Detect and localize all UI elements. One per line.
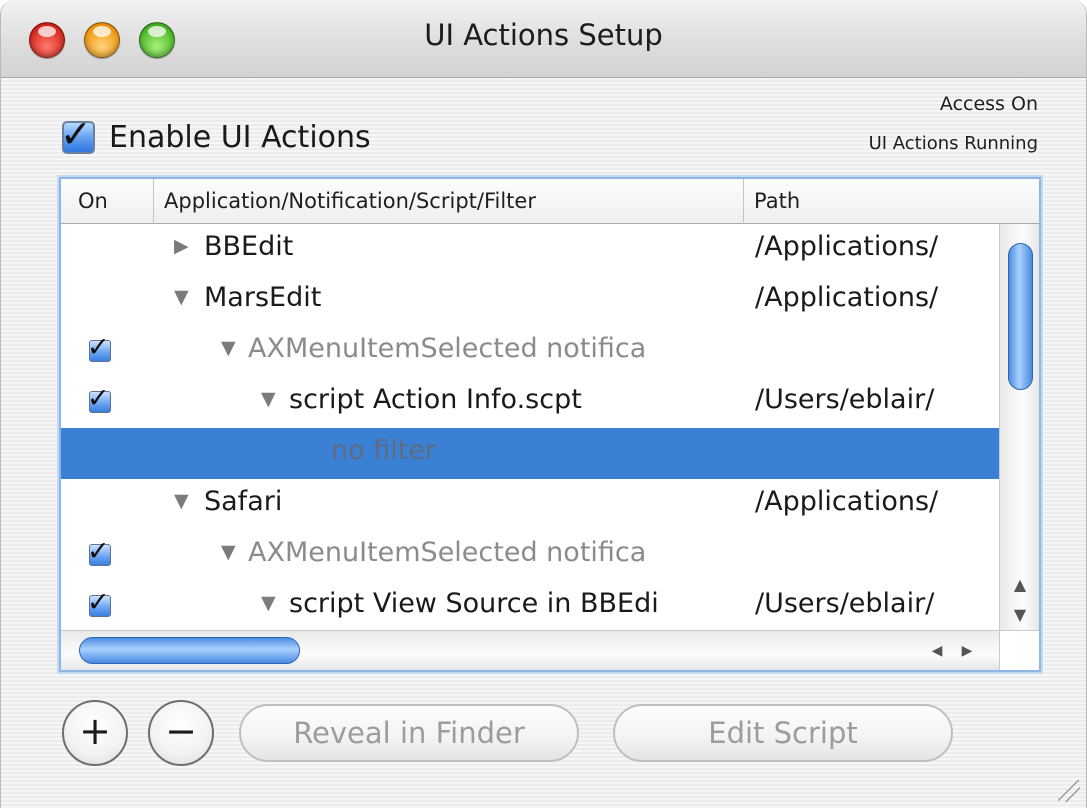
table-row[interactable]: ▶ BBEdit /Applications/ <box>61 224 999 275</box>
horizontal-scrollbar[interactable]: ◀ ▶ <box>61 630 999 670</box>
column-header-on[interactable]: On <box>78 179 152 224</box>
reveal-in-finder-button[interactable]: Reveal in Finder <box>239 704 579 762</box>
window-title: UI Actions Setup <box>424 18 663 52</box>
table-row-selected[interactable]: no filter <box>61 428 999 479</box>
row-label: BBEdit <box>204 231 294 262</box>
row-label: script View Source in BBEdi <box>289 588 659 619</box>
row-label: no filter <box>331 435 437 466</box>
vertical-scroll-thumb[interactable] <box>1008 243 1033 390</box>
resize-grip-icon[interactable] <box>1058 780 1080 802</box>
disclosure-triangle-icon[interactable]: ▼ <box>221 337 236 359</box>
title-bar: UI Actions Setup <box>1 0 1086 78</box>
row-path: /Applications/ <box>755 282 939 313</box>
table-row[interactable]: ✓ ▼ AXMenuItemSelected notifica <box>61 530 999 581</box>
add-button[interactable]: + <box>62 700 128 766</box>
row-enabled-checkbox[interactable]: ✓ <box>87 536 111 567</box>
row-enabled-checkbox[interactable]: ✓ <box>87 332 111 363</box>
row-label: script Action Info.scpt <box>289 384 582 415</box>
table-row[interactable]: ✓ ▼ AXMenuItemSelected notifica <box>61 326 999 377</box>
row-label: AXMenuItemSelected notifica <box>248 537 647 568</box>
edit-script-button[interactable]: Edit Script <box>613 704 953 762</box>
ui-actions-window: UI Actions Setup Access On UI Actions Ru… <box>0 0 1087 808</box>
table-row[interactable]: ▼ MarsEdit /Applications/ <box>61 275 999 326</box>
actions-table: On Application/Notification/Script/Filte… <box>59 177 1041 672</box>
scroll-left-arrow-icon[interactable]: ◀ <box>923 635 951 667</box>
table-row[interactable]: ✓ ▼ script Action Info.scpt /Users/eblai… <box>61 377 999 428</box>
scroll-right-arrow-icon[interactable]: ▶ <box>953 635 981 667</box>
table-body: ▶ BBEdit /Applications/ ▼ MarsEdit /Appl… <box>61 224 999 632</box>
horizontal-scroll-thumb[interactable] <box>79 637 300 664</box>
checkmark-icon: ✓ <box>87 383 110 414</box>
table-header: On Application/Notification/Script/Filte… <box>61 179 1039 224</box>
scroll-down-arrow-icon[interactable]: ▼ <box>1000 600 1040 630</box>
row-path: /Users/eblair/ <box>755 588 935 619</box>
row-path: /Applications/ <box>755 231 939 262</box>
column-header-path[interactable]: Path <box>743 179 1040 224</box>
running-status: UI Actions Running <box>868 133 1038 154</box>
row-path: /Users/eblair/ <box>755 384 935 415</box>
checkmark-icon: ✓ <box>87 587 110 618</box>
checkmark-icon: ✓ <box>87 332 110 363</box>
row-label: MarsEdit <box>204 282 322 313</box>
scrollbar-corner <box>999 630 1039 670</box>
checkmark-icon: ✓ <box>87 536 110 567</box>
vertical-scrollbar[interactable]: ▲ ▼ <box>999 224 1039 632</box>
disclosure-triangle-icon[interactable]: ▼ <box>221 541 236 563</box>
disclosure-triangle-icon[interactable]: ▼ <box>174 490 189 512</box>
enable-ui-actions-checkbox[interactable]: ✓ <box>60 112 95 156</box>
disclosure-triangle-icon[interactable]: ▼ <box>261 592 276 614</box>
checkmark-icon: ✓ <box>60 112 92 156</box>
disclosure-triangle-icon[interactable]: ▼ <box>174 286 189 308</box>
row-enabled-checkbox[interactable]: ✓ <box>87 383 111 414</box>
scroll-up-arrow-icon[interactable]: ▲ <box>1000 570 1040 600</box>
access-status: Access On <box>939 93 1038 115</box>
enable-ui-actions-label[interactable]: Enable UI Actions <box>109 120 371 155</box>
table-row[interactable]: ✓ ▼ script View Source in BBEdi /Users/e… <box>61 581 999 632</box>
row-path: /Applications/ <box>755 486 939 517</box>
row-label: AXMenuItemSelected notifica <box>248 333 647 364</box>
row-enabled-checkbox[interactable]: ✓ <box>87 587 111 618</box>
disclosure-triangle-icon[interactable]: ▶ <box>174 235 189 257</box>
table-row[interactable]: ▼ Safari /Applications/ <box>61 479 999 530</box>
remove-button[interactable]: − <box>148 700 214 766</box>
disclosure-triangle-icon[interactable]: ▼ <box>261 388 276 410</box>
column-header-name[interactable]: Application/Notification/Script/Filter <box>153 179 743 224</box>
row-label: Safari <box>204 486 283 517</box>
